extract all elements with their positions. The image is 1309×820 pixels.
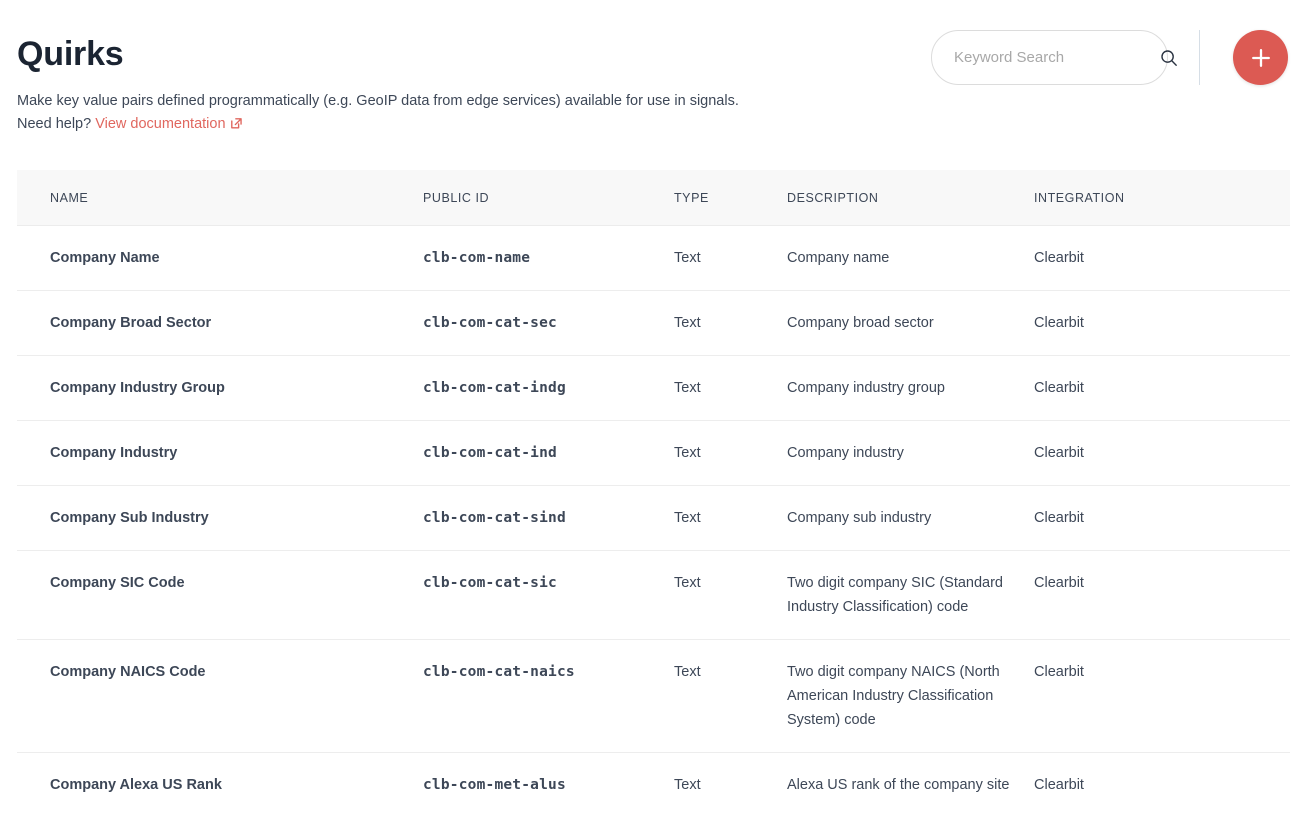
cell-description: Company broad sector: [787, 291, 1034, 356]
search-input[interactable]: [954, 31, 1153, 84]
cell-type: Text: [674, 753, 787, 818]
column-header-integration: INTEGRATION: [1034, 170, 1290, 226]
cell-name: Company Alexa US Rank: [17, 753, 423, 818]
column-header-description: DESCRIPTION: [787, 170, 1034, 226]
cell-description: Company industry: [787, 421, 1034, 486]
cell-name: Company Broad Sector: [17, 291, 423, 356]
column-header-name: NAME: [17, 170, 423, 226]
cell-description: Company sub industry: [787, 486, 1034, 551]
search-box[interactable]: [931, 30, 1168, 85]
table-row[interactable]: Company Nameclb-com-nameTextCompany name…: [17, 226, 1290, 291]
cell-type: Text: [674, 291, 787, 356]
external-link-icon: [230, 115, 243, 138]
cell-public-id: clb-com-cat-sic: [423, 551, 674, 640]
table-body: Company Nameclb-com-nameTextCompany name…: [17, 226, 1290, 818]
column-header-public-id: PUBLIC ID: [423, 170, 674, 226]
cell-type: Text: [674, 486, 787, 551]
quirks-page: Quirks Make key value pairs defined prog…: [0, 0, 1309, 820]
cell-name: Company Name: [17, 226, 423, 291]
table-row[interactable]: Company Broad Sectorclb-com-cat-secTextC…: [17, 291, 1290, 356]
header-divider: [1199, 30, 1200, 85]
cell-integration: Clearbit: [1034, 226, 1290, 291]
cell-public-id: clb-com-cat-indg: [423, 356, 674, 421]
cell-description: Company name: [787, 226, 1034, 291]
cell-integration: Clearbit: [1034, 640, 1290, 753]
plus-icon: [1250, 47, 1272, 69]
cell-description: Two digit company NAICS (North American …: [787, 640, 1034, 753]
cell-description: Alexa US rank of the company site: [787, 753, 1034, 818]
cell-integration: Clearbit: [1034, 753, 1290, 818]
search-icon[interactable]: [1159, 48, 1179, 68]
table-row[interactable]: Company Industryclb-com-cat-indTextCompa…: [17, 421, 1290, 486]
cell-name: Company Sub Industry: [17, 486, 423, 551]
cell-type: Text: [674, 356, 787, 421]
cell-description: Company industry group: [787, 356, 1034, 421]
cell-integration: Clearbit: [1034, 421, 1290, 486]
cell-integration: Clearbit: [1034, 486, 1290, 551]
cell-name: Company Industry Group: [17, 356, 423, 421]
view-documentation-label: View documentation: [95, 116, 225, 132]
table-header: NAME PUBLIC ID TYPE DESCRIPTION INTEGRAT…: [17, 170, 1290, 226]
page-subtitle: Make key value pairs defined programmati…: [17, 90, 747, 138]
cell-description: Two digit company SIC (Standard Industry…: [787, 551, 1034, 640]
cell-type: Text: [674, 421, 787, 486]
page-title: Quirks: [17, 32, 124, 76]
table-row[interactable]: Company Alexa US Rankclb-com-met-alusTex…: [17, 753, 1290, 818]
table-row[interactable]: Company SIC Codeclb-com-cat-sicTextTwo d…: [17, 551, 1290, 640]
cell-name: Company NAICS Code: [17, 640, 423, 753]
cell-integration: Clearbit: [1034, 356, 1290, 421]
table-row[interactable]: Company NAICS Codeclb-com-cat-naicsTextT…: [17, 640, 1290, 753]
add-quirk-button[interactable]: [1233, 30, 1288, 85]
page-header: Quirks Make key value pairs defined prog…: [0, 0, 1309, 160]
table-row[interactable]: Company Sub Industryclb-com-cat-sindText…: [17, 486, 1290, 551]
cell-type: Text: [674, 640, 787, 753]
cell-public-id: clb-com-cat-ind: [423, 421, 674, 486]
cell-public-id: clb-com-name: [423, 226, 674, 291]
cell-type: Text: [674, 226, 787, 291]
cell-integration: Clearbit: [1034, 551, 1290, 640]
table-header-row: NAME PUBLIC ID TYPE DESCRIPTION INTEGRAT…: [17, 170, 1290, 226]
column-header-type: TYPE: [674, 170, 787, 226]
cell-public-id: clb-com-met-alus: [423, 753, 674, 818]
quirks-table: NAME PUBLIC ID TYPE DESCRIPTION INTEGRAT…: [17, 170, 1290, 817]
cell-name: Company Industry: [17, 421, 423, 486]
table-row[interactable]: Company Industry Groupclb-com-cat-indgTe…: [17, 356, 1290, 421]
cell-type: Text: [674, 551, 787, 640]
cell-public-id: clb-com-cat-naics: [423, 640, 674, 753]
cell-public-id: clb-com-cat-sec: [423, 291, 674, 356]
cell-public-id: clb-com-cat-sind: [423, 486, 674, 551]
quirks-table-container: NAME PUBLIC ID TYPE DESCRIPTION INTEGRAT…: [17, 170, 1290, 817]
view-documentation-link[interactable]: View documentation: [95, 116, 242, 132]
cell-integration: Clearbit: [1034, 291, 1290, 356]
cell-name: Company SIC Code: [17, 551, 423, 640]
